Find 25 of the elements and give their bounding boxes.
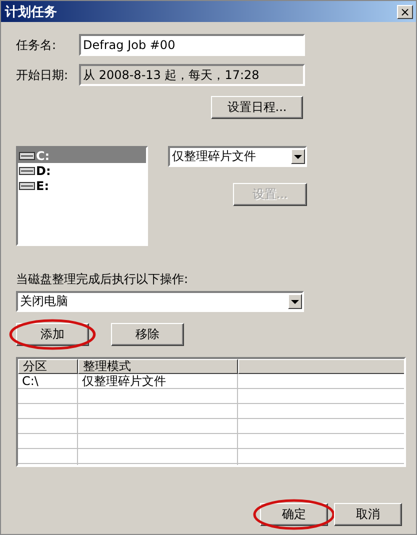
drive-item[interactable]: E: [18,178,146,193]
after-action-dropdown[interactable]: 关闭电脑 [16,291,304,312]
dialog-button[interactable]: 取消 [334,503,402,526]
column-header[interactable]: 分区 [18,359,78,374]
close-button[interactable]: × [397,4,413,18]
task-name-label: 任务名: [16,36,58,54]
dialog-button[interactable]: 确定 [260,503,328,526]
column-header[interactable]: 整理模式 [78,359,238,374]
table-cell: 仅整理碎片文件 [78,374,238,388]
column-header[interactable] [238,359,404,374]
start-date-label: 开始日期: [16,66,70,84]
task-name-field[interactable]: Defrag Job #00 [79,34,305,56]
window-title: 计划任务 [5,4,57,20]
drive-icon [19,152,35,160]
drive-icon [19,182,35,190]
schedule-button[interactable]: 设置日程... [211,96,303,119]
table-cell: C:\ [18,374,78,388]
start-date-field: 从 2008-8-13 起，每天，17:28 [79,64,305,86]
remove-button[interactable]: 移除 [111,323,184,346]
mode-dropdown[interactable]: 仅整理碎片文件 [168,146,307,167]
after-action-label: 当磁盘整理完成后执行以下操作: [16,271,190,288]
drive-item[interactable]: C: [18,148,146,163]
drive-item[interactable]: D: [18,163,146,178]
drive-icon [19,166,35,174]
add-button[interactable]: 添加 [16,323,89,346]
